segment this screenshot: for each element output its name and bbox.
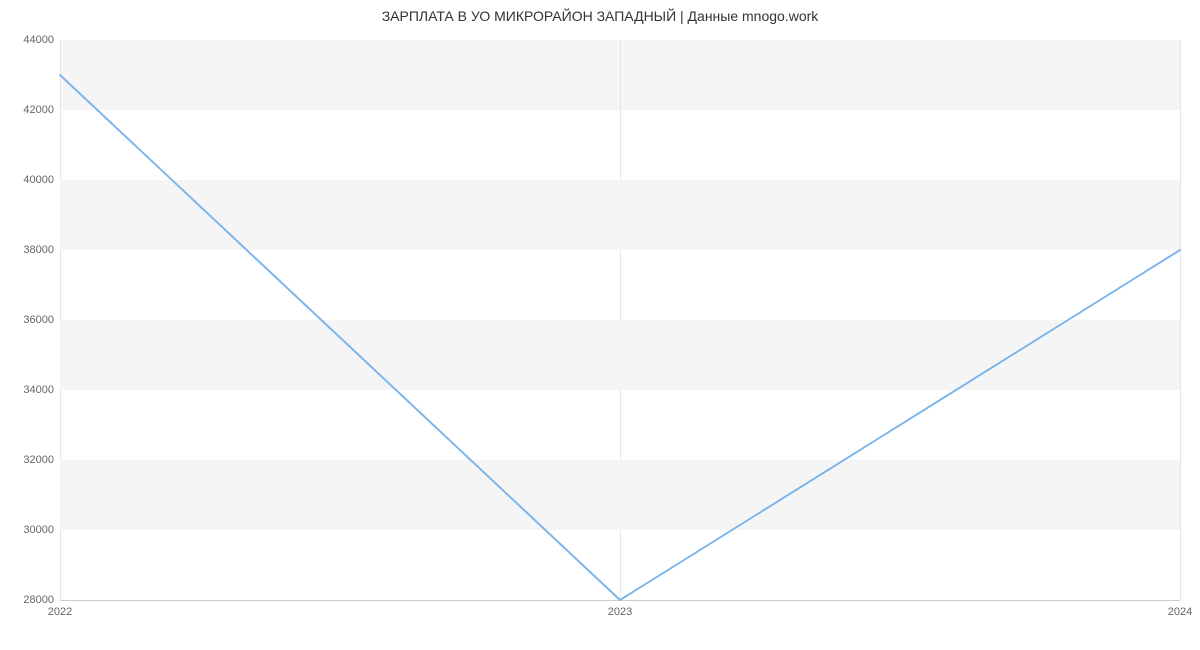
chart-container: ЗАРПЛАТА В УО МИКРОРАЙОН ЗАПАДНЫЙ | Данн… xyxy=(0,0,1200,650)
x-gridline xyxy=(1180,40,1181,600)
y-tick-label: 34000 xyxy=(23,384,60,396)
x-tick-label: 2024 xyxy=(1168,600,1192,618)
x-tick-label: 2022 xyxy=(48,600,72,618)
y-tick-label: 32000 xyxy=(23,454,60,466)
y-tick-label: 30000 xyxy=(23,524,60,536)
y-tick-label: 42000 xyxy=(23,104,60,116)
y-tick-label: 44000 xyxy=(23,34,60,46)
series-line xyxy=(60,75,1180,600)
line-layer xyxy=(60,40,1180,600)
plot-area: 2800030000320003400036000380004000042000… xyxy=(60,40,1180,601)
y-tick-label: 38000 xyxy=(23,244,60,256)
x-tick-label: 2023 xyxy=(608,600,632,618)
y-tick-label: 40000 xyxy=(23,174,60,186)
y-tick-label: 36000 xyxy=(23,314,60,326)
chart-title: ЗАРПЛАТА В УО МИКРОРАЙОН ЗАПАДНЫЙ | Данн… xyxy=(0,8,1200,24)
